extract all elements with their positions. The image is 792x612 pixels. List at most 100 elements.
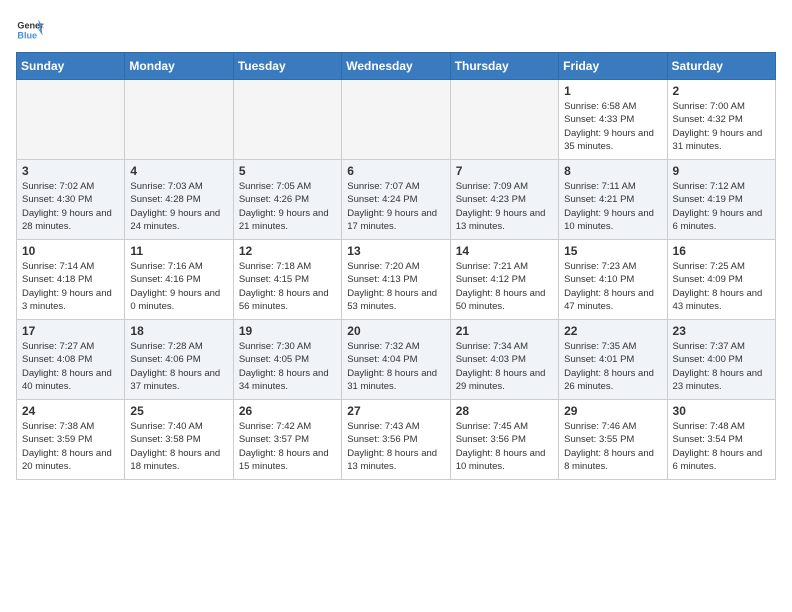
calendar-day-cell: 16 Sunrise: 7:25 AM Sunset: 4:09 PM Dayli… — [667, 240, 775, 320]
day-number: 2 — [673, 84, 770, 98]
day-info: Sunrise: 7:21 AM Sunset: 4:12 PM Dayligh… — [456, 260, 553, 313]
logo-icon: General Blue — [16, 16, 44, 44]
day-info: Sunrise: 7:00 AM Sunset: 4:32 PM Dayligh… — [673, 100, 770, 153]
calendar-table: SundayMondayTuesdayWednesdayThursdayFrid… — [16, 52, 776, 480]
calendar-day-cell: 27Sunrise: 7:43 AM Sunset: 3:56 PM Dayli… — [342, 400, 450, 480]
day-info: Sunrise: 7:32 AM Sunset: 4:04 PM Dayligh… — [347, 340, 444, 393]
day-number: 26 — [239, 404, 336, 418]
calendar-day-cell: 2 Sunrise: 7:00 AM Sunset: 4:32 PM Daylig… — [667, 80, 775, 160]
day-info: Sunrise: 7:09 AM Sunset: 4:23 PM Dayligh… — [456, 180, 553, 233]
calendar-day-cell: 20 Sunrise: 7:32 AM Sunset: 4:04 PM Dayli… — [342, 320, 450, 400]
page-header: General Blue — [16, 16, 776, 44]
svg-text:Blue: Blue — [17, 30, 37, 40]
weekday-header-row: SundayMondayTuesdayWednesdayThursdayFrid… — [17, 53, 776, 80]
calendar-day-cell: 21 Sunrise: 7:34 AM Sunset: 4:03 PM Dayli… — [450, 320, 558, 400]
weekday-header-cell: Friday — [559, 53, 667, 80]
calendar-day-cell: 11 Sunrise: 7:16 AM Sunset: 4:16 PM Dayli… — [125, 240, 233, 320]
day-number: 3 — [22, 164, 119, 178]
day-info: Sunrise: 7:27 AM Sunset: 4:08 PM Dayligh… — [22, 340, 119, 393]
day-info: Sunrise: 7:11 AM Sunset: 4:21 PM Dayligh… — [564, 180, 661, 233]
day-number: 23 — [673, 324, 770, 338]
day-number: 29 — [564, 404, 661, 418]
day-info: Sunrise: 7:34 AM Sunset: 4:03 PM Dayligh… — [456, 340, 553, 393]
calendar-day-cell: 22 Sunrise: 7:35 AM Sunset: 4:01 PM Dayli… — [559, 320, 667, 400]
weekday-header-cell: Monday — [125, 53, 233, 80]
day-info: Sunrise: 7:38 AM Sunset: 3:59 PM Dayligh… — [22, 420, 119, 473]
calendar-day-cell: 13 Sunrise: 7:20 AM Sunset: 4:13 PM Dayli… — [342, 240, 450, 320]
day-number: 27 — [347, 404, 444, 418]
day-info: Sunrise: 7:46 AM Sunset: 3:55 PM Dayligh… — [564, 420, 661, 473]
calendar-day-cell: 8 Sunrise: 7:11 AM Sunset: 4:21 PM Daylig… — [559, 160, 667, 240]
day-info: Sunrise: 7:16 AM Sunset: 4:16 PM Dayligh… — [130, 260, 227, 313]
day-number: 5 — [239, 164, 336, 178]
day-info: Sunrise: 7:35 AM Sunset: 4:01 PM Dayligh… — [564, 340, 661, 393]
calendar-day-cell — [342, 80, 450, 160]
day-info: Sunrise: 7:05 AM Sunset: 4:26 PM Dayligh… — [239, 180, 336, 233]
day-info: Sunrise: 7:48 AM Sunset: 3:54 PM Dayligh… — [673, 420, 770, 473]
day-info: Sunrise: 7:45 AM Sunset: 3:56 PM Dayligh… — [456, 420, 553, 473]
day-number: 6 — [347, 164, 444, 178]
day-info: Sunrise: 7:12 AM Sunset: 4:19 PM Dayligh… — [673, 180, 770, 233]
calendar-day-cell: 12Sunrise: 7:18 AM Sunset: 4:15 PM Dayli… — [233, 240, 341, 320]
day-number: 11 — [130, 244, 227, 258]
calendar-day-cell: 4 Sunrise: 7:03 AM Sunset: 4:28 PM Daylig… — [125, 160, 233, 240]
weekday-header-cell: Sunday — [17, 53, 125, 80]
calendar-day-cell: 7 Sunrise: 7:09 AM Sunset: 4:23 PM Daylig… — [450, 160, 558, 240]
calendar-day-cell: 18 Sunrise: 7:28 AM Sunset: 4:06 PM Dayli… — [125, 320, 233, 400]
calendar-week-row: 1 Sunrise: 6:58 AM Sunset: 4:33 PM Daylig… — [17, 80, 776, 160]
day-number: 30 — [673, 404, 770, 418]
day-number: 1 — [564, 84, 661, 98]
weekday-header-cell: Saturday — [667, 53, 775, 80]
day-number: 20 — [347, 324, 444, 338]
calendar-day-cell: 19Sunrise: 7:30 AM Sunset: 4:05 PM Dayli… — [233, 320, 341, 400]
day-number: 15 — [564, 244, 661, 258]
weekday-header-cell: Tuesday — [233, 53, 341, 80]
day-number: 14 — [456, 244, 553, 258]
day-info: Sunrise: 7:30 AM Sunset: 4:05 PM Dayligh… — [239, 340, 336, 393]
calendar-week-row: 24Sunrise: 7:38 AM Sunset: 3:59 PM Dayli… — [17, 400, 776, 480]
day-number: 9 — [673, 164, 770, 178]
day-info: Sunrise: 6:58 AM Sunset: 4:33 PM Dayligh… — [564, 100, 661, 153]
calendar-day-cell: 6 Sunrise: 7:07 AM Sunset: 4:24 PM Daylig… — [342, 160, 450, 240]
calendar-day-cell: 24Sunrise: 7:38 AM Sunset: 3:59 PM Dayli… — [17, 400, 125, 480]
calendar-body: 1 Sunrise: 6:58 AM Sunset: 4:33 PM Daylig… — [17, 80, 776, 480]
calendar-day-cell: 15 Sunrise: 7:23 AM Sunset: 4:10 PM Dayli… — [559, 240, 667, 320]
calendar-week-row: 17 Sunrise: 7:27 AM Sunset: 4:08 PM Dayli… — [17, 320, 776, 400]
day-number: 17 — [22, 324, 119, 338]
day-number: 21 — [456, 324, 553, 338]
calendar-week-row: 3Sunrise: 7:02 AM Sunset: 4:30 PM Daylig… — [17, 160, 776, 240]
calendar-day-cell: 29 Sunrise: 7:46 AM Sunset: 3:55 PM Dayli… — [559, 400, 667, 480]
day-info: Sunrise: 7:18 AM Sunset: 4:15 PM Dayligh… — [239, 260, 336, 313]
day-info: Sunrise: 7:23 AM Sunset: 4:10 PM Dayligh… — [564, 260, 661, 313]
calendar-day-cell: 14 Sunrise: 7:21 AM Sunset: 4:12 PM Dayli… — [450, 240, 558, 320]
day-info: Sunrise: 7:20 AM Sunset: 4:13 PM Dayligh… — [347, 260, 444, 313]
calendar-day-cell: 5 Sunrise: 7:05 AM Sunset: 4:26 PM Daylig… — [233, 160, 341, 240]
calendar-day-cell: 9 Sunrise: 7:12 AM Sunset: 4:19 PM Daylig… — [667, 160, 775, 240]
calendar-day-cell: 3Sunrise: 7:02 AM Sunset: 4:30 PM Daylig… — [17, 160, 125, 240]
calendar-day-cell: 10 Sunrise: 7:14 AM Sunset: 4:18 PM Dayli… — [17, 240, 125, 320]
calendar-day-cell — [125, 80, 233, 160]
calendar-day-cell: 23 Sunrise: 7:37 AM Sunset: 4:00 PM Dayli… — [667, 320, 775, 400]
day-info: Sunrise: 7:28 AM Sunset: 4:06 PM Dayligh… — [130, 340, 227, 393]
day-number: 18 — [130, 324, 227, 338]
day-info: Sunrise: 7:37 AM Sunset: 4:00 PM Dayligh… — [673, 340, 770, 393]
day-number: 4 — [130, 164, 227, 178]
calendar-day-cell: 26 Sunrise: 7:42 AM Sunset: 3:57 PM Dayli… — [233, 400, 341, 480]
day-number: 13 — [347, 244, 444, 258]
day-number: 8 — [564, 164, 661, 178]
day-number: 22 — [564, 324, 661, 338]
day-info: Sunrise: 7:25 AM Sunset: 4:09 PM Dayligh… — [673, 260, 770, 313]
day-number: 28 — [456, 404, 553, 418]
weekday-header-cell: Thursday — [450, 53, 558, 80]
day-number: 16 — [673, 244, 770, 258]
day-info: Sunrise: 7:14 AM Sunset: 4:18 PM Dayligh… — [22, 260, 119, 313]
day-info: Sunrise: 7:40 AM Sunset: 3:58 PM Dayligh… — [130, 420, 227, 473]
day-info: Sunrise: 7:07 AM Sunset: 4:24 PM Dayligh… — [347, 180, 444, 233]
calendar-week-row: 10 Sunrise: 7:14 AM Sunset: 4:18 PM Dayli… — [17, 240, 776, 320]
day-info: Sunrise: 7:03 AM Sunset: 4:28 PM Dayligh… — [130, 180, 227, 233]
day-number: 7 — [456, 164, 553, 178]
day-info: Sunrise: 7:42 AM Sunset: 3:57 PM Dayligh… — [239, 420, 336, 473]
logo: General Blue — [16, 16, 44, 44]
day-number: 25 — [130, 404, 227, 418]
day-number: 10 — [22, 244, 119, 258]
